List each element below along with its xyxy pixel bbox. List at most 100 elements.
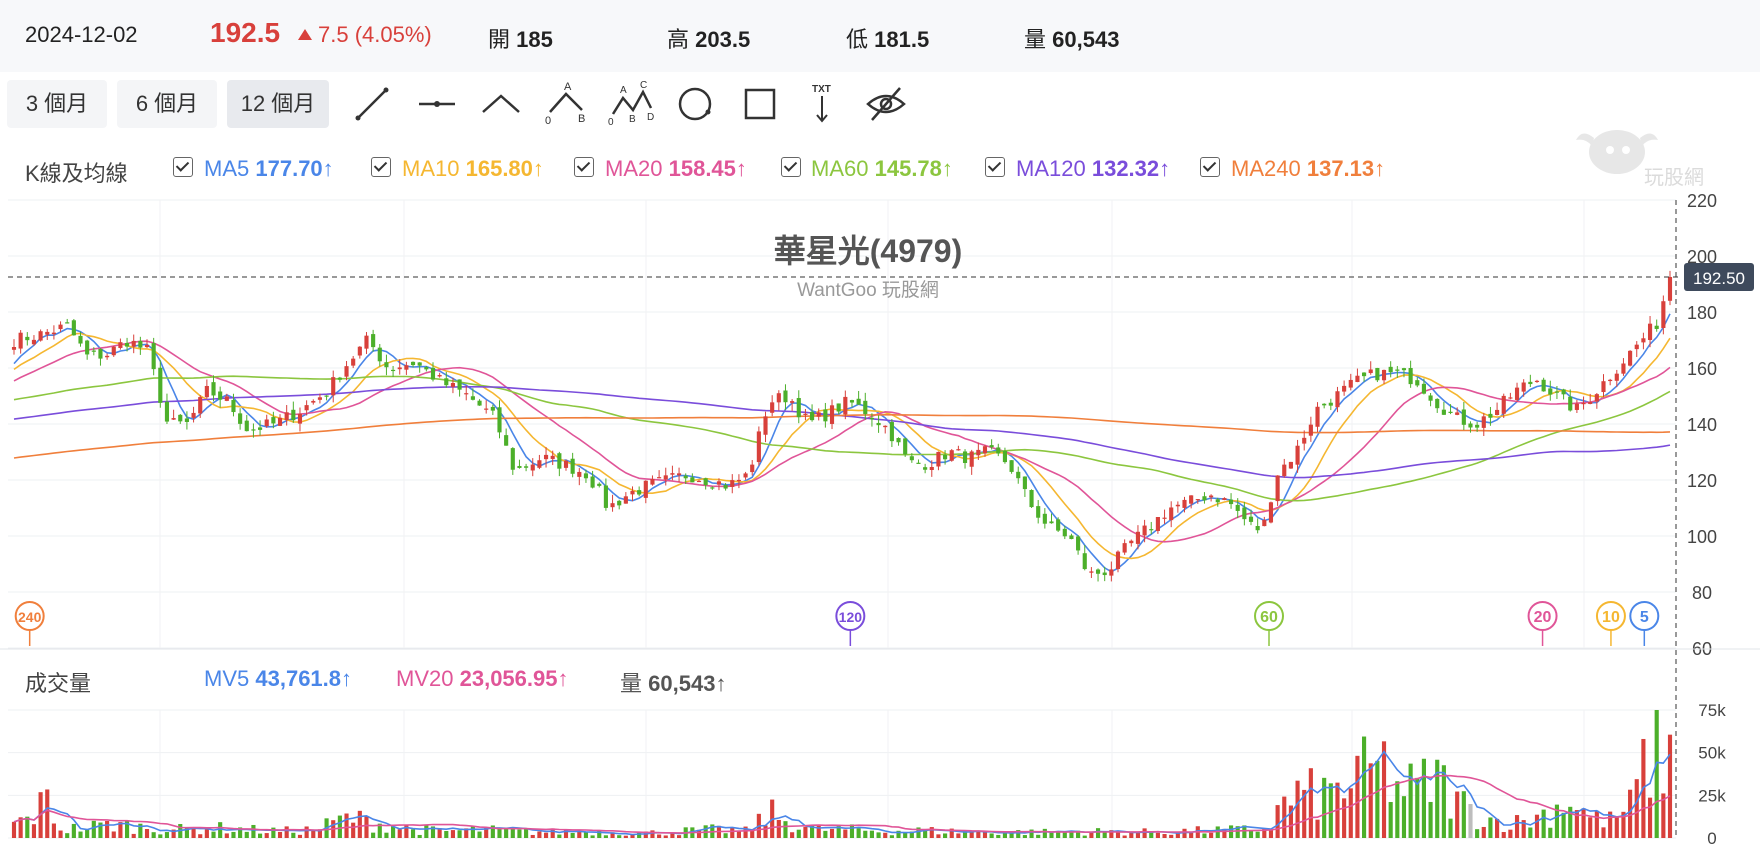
candle-body [883, 425, 888, 428]
candle-body [1162, 517, 1167, 519]
volume-bar [1514, 815, 1520, 838]
volume-bar [244, 831, 249, 838]
volume-bar [603, 835, 608, 838]
volume-bar [1155, 832, 1160, 838]
candle-body [1049, 521, 1054, 524]
candle-body [71, 320, 76, 336]
volume-bar [1455, 791, 1460, 838]
volume-bar [344, 813, 349, 838]
candle-body [710, 487, 715, 489]
candle-body [231, 399, 236, 413]
candle-body [58, 324, 63, 330]
candle-body [1115, 551, 1121, 570]
candle-body [1315, 406, 1320, 427]
volume-bar [1002, 832, 1008, 838]
candle-body [477, 400, 482, 406]
candle-body [1109, 569, 1114, 576]
volume-bar [364, 816, 369, 838]
candle-body [430, 367, 436, 380]
candle-body [617, 500, 622, 506]
candle-body [1415, 380, 1420, 386]
volume-bar [1448, 818, 1453, 838]
volume-bar [1614, 817, 1619, 838]
candle-body [1308, 424, 1313, 436]
candle-body [1189, 495, 1194, 504]
volume-bar [982, 831, 988, 838]
candle-body [583, 473, 589, 479]
candle-body [1076, 536, 1081, 551]
volume-bar [936, 834, 941, 838]
volume-bar [1428, 801, 1433, 838]
volume-bar [264, 833, 269, 838]
volume-bar [304, 826, 309, 838]
candle-body [1568, 396, 1573, 411]
candle-body [124, 342, 130, 347]
volume-bar [863, 830, 868, 838]
candle-body [191, 412, 196, 418]
volume-bar [11, 821, 17, 838]
mv20-line [13, 774, 1671, 834]
candle-body [1534, 380, 1540, 383]
volume-bar [530, 834, 535, 838]
candle-body [550, 455, 555, 459]
candle-body [1488, 413, 1493, 418]
candle-body [331, 377, 336, 396]
candle-body [65, 322, 70, 324]
candle-body [1209, 495, 1214, 498]
candle-body [1528, 381, 1533, 385]
candle-body [1461, 409, 1466, 425]
candle-body [1495, 409, 1500, 415]
candle-body [138, 340, 143, 348]
candle-body [989, 445, 994, 448]
candle-body [1195, 499, 1200, 501]
volume-bar [391, 826, 396, 838]
candle-body [304, 405, 309, 411]
volume-bar [1049, 832, 1054, 838]
volume-bar [58, 830, 63, 838]
candle-body [1029, 490, 1034, 508]
price-chart[interactable]: 220200180160140120100806075k50k25k0華星光(4… [0, 0, 1760, 854]
candle-body [849, 400, 855, 403]
volume-bar [823, 830, 828, 838]
candle-body [1574, 403, 1579, 410]
volume-bar [1375, 760, 1380, 838]
volume-bar [543, 832, 549, 838]
candle-body [45, 331, 50, 335]
last-price-tag-label: 192.50 [1693, 269, 1745, 288]
candle-body [25, 336, 30, 341]
candle-body [1036, 506, 1041, 518]
candle-body [1042, 513, 1047, 524]
candle-body [351, 358, 356, 366]
volume-bar [969, 832, 974, 838]
candle-body [517, 465, 522, 468]
volume-bar [1568, 806, 1573, 838]
candle-body [962, 451, 968, 464]
volume-bar [497, 828, 502, 838]
candle-body [843, 396, 848, 415]
candle-body [637, 490, 642, 495]
candle-body [1362, 372, 1367, 377]
volume-bar [783, 821, 788, 838]
volume-tick-label: 50k [1698, 744, 1726, 763]
candle-body [750, 464, 755, 473]
volume-bar [996, 834, 1001, 838]
price-tick-label: 140 [1687, 415, 1717, 435]
volume-bar [843, 829, 848, 838]
chart-title: 華星光(4979) [774, 233, 963, 269]
candle-body [504, 435, 509, 446]
volume-bar [1142, 828, 1147, 838]
price-tick-label: 220 [1687, 191, 1717, 211]
candle-body [696, 480, 702, 483]
volume-bar [1481, 826, 1486, 838]
volume-bar [1634, 779, 1639, 838]
volume-bar [1149, 832, 1154, 838]
volume-bar [144, 829, 150, 838]
volume-bar [1095, 828, 1101, 838]
candle-body [996, 447, 1001, 454]
ma-marker-label: 240 [18, 609, 42, 625]
candle-body [85, 340, 90, 355]
candle-body [856, 398, 861, 405]
candle-body [131, 340, 136, 347]
candle-body [151, 343, 156, 370]
candle-body [1122, 543, 1127, 553]
